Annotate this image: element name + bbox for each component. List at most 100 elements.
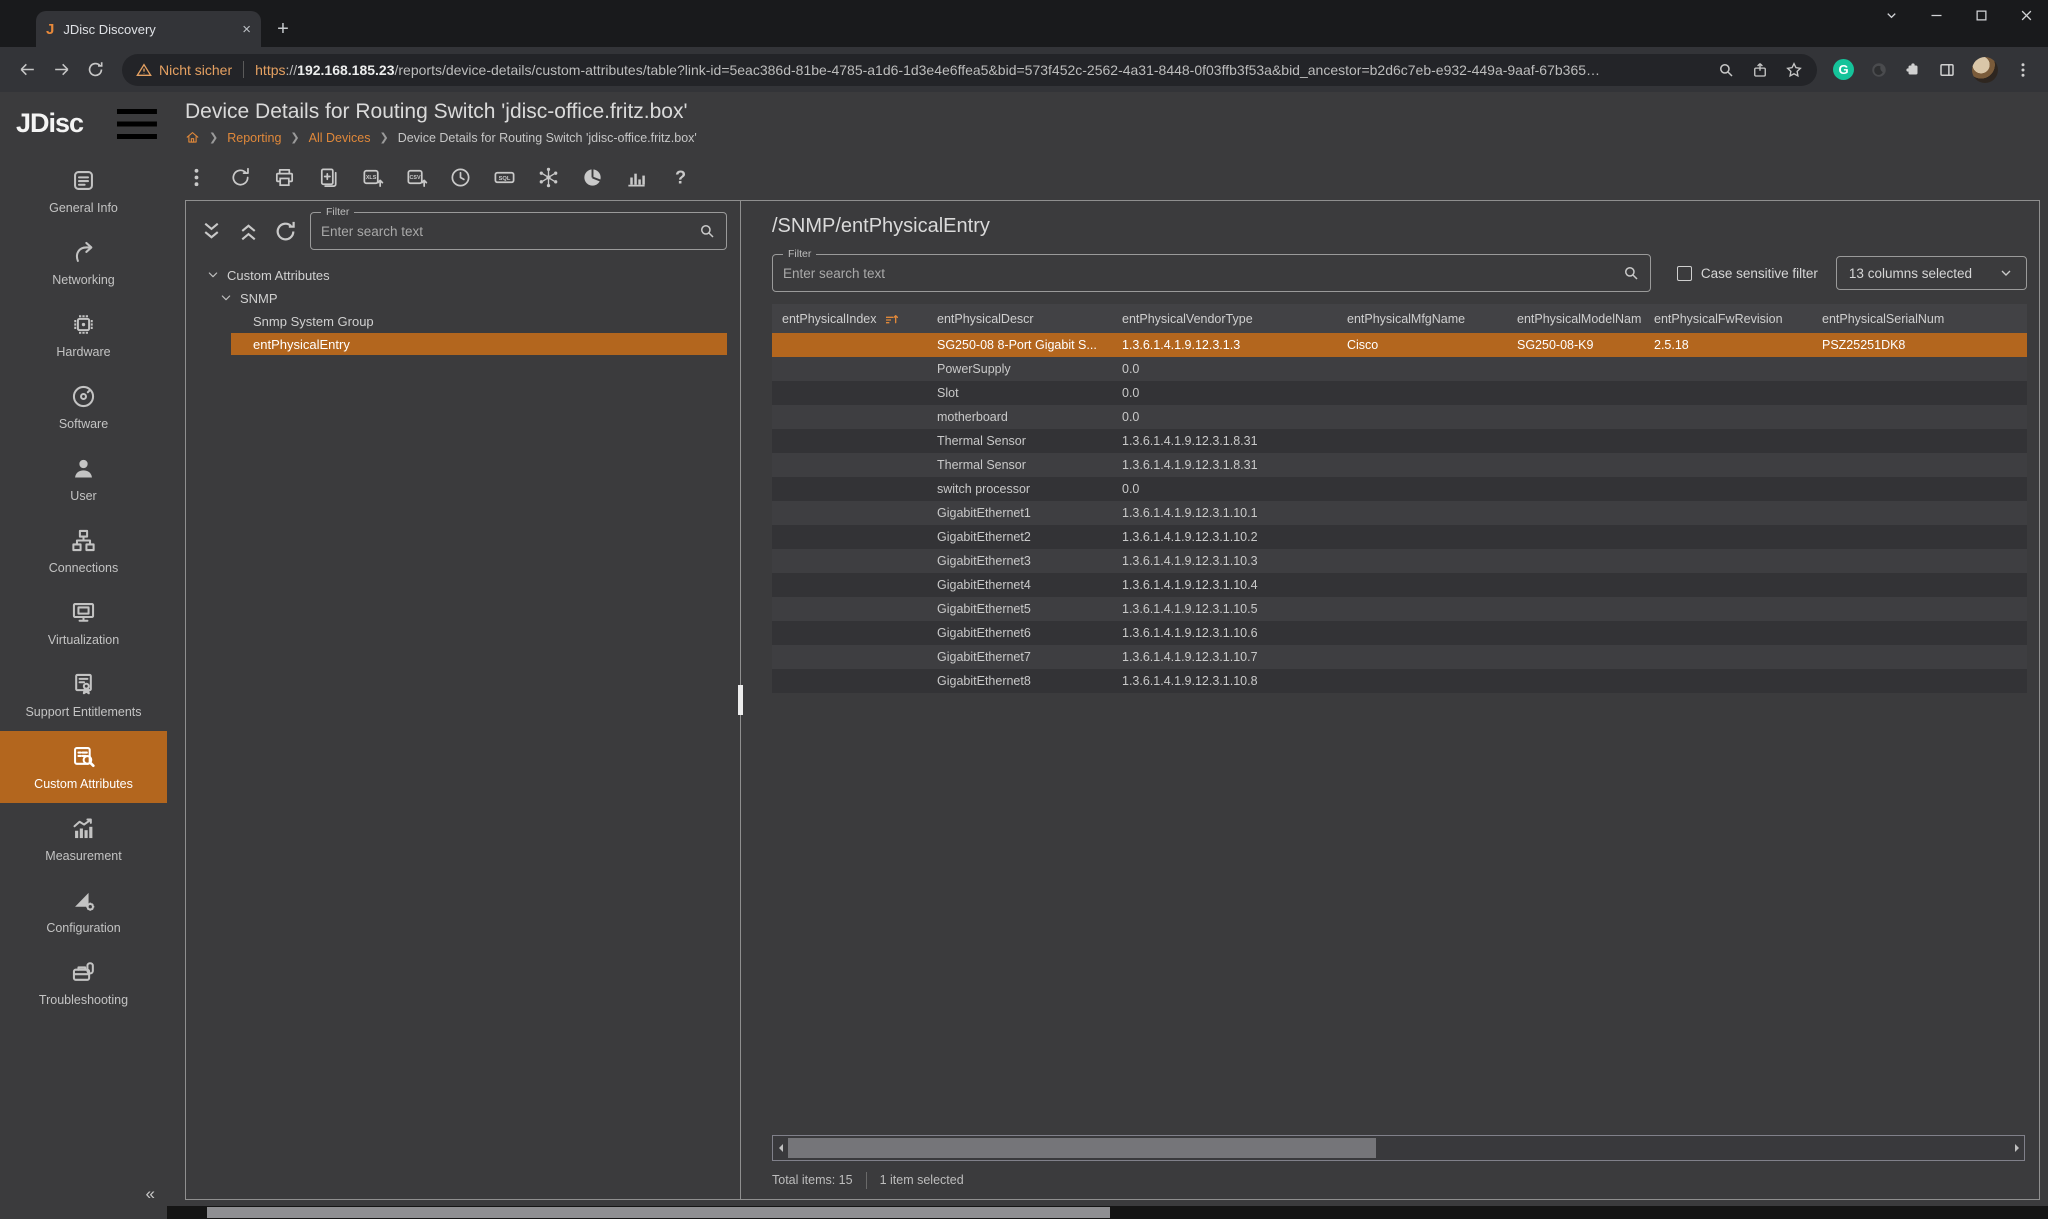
page-scrollbar-thumb[interactable] bbox=[207, 1207, 1110, 1218]
expand-all-icon[interactable] bbox=[199, 219, 224, 244]
sidebar-item-networking[interactable]: Networking bbox=[0, 227, 167, 299]
tree-node-snmp[interactable]: SNMP bbox=[218, 287, 727, 309]
browser-menu-icon[interactable] bbox=[2014, 61, 2032, 79]
pie-chart-icon[interactable] bbox=[581, 166, 604, 189]
table-row[interactable]: PowerSupply0.0 bbox=[772, 357, 2027, 381]
extensions-puzzle-icon[interactable] bbox=[1904, 61, 1922, 79]
back-button[interactable] bbox=[10, 53, 44, 87]
table-row[interactable]: motherboard0.0 bbox=[772, 405, 2027, 429]
column-header-entphysicaldescr[interactable]: entPhysicalDescr bbox=[927, 312, 1112, 326]
table-row[interactable]: GigabitEthernet11.3.6.1.4.1.9.12.3.1.10.… bbox=[772, 501, 2027, 525]
column-header-entphysicalserialnum[interactable]: entPhysicalSerialNum bbox=[1812, 312, 2027, 326]
table-row[interactable]: GigabitEthernet21.3.6.1.4.1.9.12.3.1.10.… bbox=[772, 525, 2027, 549]
breadcrumb-all-devices[interactable]: All Devices bbox=[309, 131, 371, 145]
scroll-left-arrow[interactable] bbox=[773, 1136, 787, 1160]
tab-close-icon[interactable]: × bbox=[242, 21, 251, 38]
sidebar-item-software[interactable]: Software bbox=[0, 371, 167, 443]
reload-button[interactable] bbox=[78, 53, 112, 87]
kebab-menu-icon[interactable] bbox=[185, 166, 208, 189]
sql-icon[interactable]: SQL bbox=[493, 166, 516, 189]
table-horizontal-scrollbar bbox=[772, 1135, 2025, 1161]
tree-node-custom-attributes[interactable]: Custom Attributes bbox=[205, 264, 727, 286]
sort-ascending-icon[interactable] bbox=[883, 311, 899, 327]
column-header-entphysicalmodelnam[interactable]: entPhysicalModelNam bbox=[1507, 312, 1644, 326]
breadcrumb-reporting[interactable]: Reporting bbox=[227, 131, 281, 145]
collapse-all-icon[interactable] bbox=[236, 219, 261, 244]
export-document-icon[interactable] bbox=[317, 166, 340, 189]
topology-icon[interactable] bbox=[537, 166, 560, 189]
column-header-entphysicalindex[interactable]: entPhysicalIndex bbox=[772, 311, 927, 327]
sidebar-item-virtualization[interactable]: Virtualization bbox=[0, 587, 167, 659]
table-row[interactable]: GigabitEthernet71.3.6.1.4.1.9.12.3.1.10.… bbox=[772, 645, 2027, 669]
bar-chart-icon[interactable] bbox=[625, 166, 648, 189]
column-header-entphysicalmfgname[interactable]: entPhysicalMfgName bbox=[1337, 312, 1507, 326]
sidebar-item-troubleshooting[interactable]: Troubleshooting bbox=[0, 947, 167, 1019]
table-row[interactable]: GigabitEthernet51.3.6.1.4.1.9.12.3.1.10.… bbox=[772, 597, 2027, 621]
table-row[interactable]: GigabitEthernet41.3.6.1.4.1.9.12.3.1.10.… bbox=[772, 573, 2027, 597]
column-header-entphysicalfwrevision[interactable]: entPhysicalFwRevision bbox=[1644, 312, 1812, 326]
table-row[interactable]: switch processor0.0 bbox=[772, 477, 2027, 501]
table-row[interactable]: GigabitEthernet61.3.6.1.4.1.9.12.3.1.10.… bbox=[772, 621, 2027, 645]
browser-tab[interactable]: J JDisc Discovery × bbox=[36, 11, 261, 47]
column-header-entphysicalvendortype[interactable]: entPhysicalVendorType bbox=[1112, 312, 1337, 326]
attributes-table: entPhysicalIndexentPhysicalDescrentPhysi… bbox=[772, 304, 2027, 693]
jdisc-logo[interactable]: JDisc bbox=[16, 108, 83, 139]
window-close-icon[interactable] bbox=[2019, 8, 2034, 23]
grammarly-extension-icon[interactable]: G bbox=[1833, 59, 1854, 80]
export-csv-icon[interactable]: CSV bbox=[405, 166, 428, 189]
profile-avatar[interactable] bbox=[1972, 57, 1998, 83]
table-filter-input[interactable] bbox=[783, 266, 1622, 281]
table-header-row: entPhysicalIndexentPhysicalDescrentPhysi… bbox=[772, 304, 2027, 333]
sidebar-item-configuration[interactable]: Configuration bbox=[0, 875, 167, 947]
table-cell: 1.3.6.1.4.1.9.12.3.1.10.2 bbox=[1112, 530, 1337, 544]
sidebar-item-label: Configuration bbox=[46, 921, 120, 935]
table-row[interactable]: GigabitEthernet31.3.6.1.4.1.9.12.3.1.10.… bbox=[772, 549, 2027, 573]
sidebar-item-measurement[interactable]: Measurement bbox=[0, 803, 167, 875]
dark-extension-icon[interactable] bbox=[1870, 61, 1888, 79]
share-icon[interactable] bbox=[1751, 61, 1769, 79]
address-bar[interactable]: Nicht sicher https://192.168.185.23/repo… bbox=[122, 54, 1817, 86]
sidebar-item-connections[interactable]: Connections bbox=[0, 515, 167, 587]
sidebar-item-hardware[interactable]: Hardware bbox=[0, 299, 167, 371]
security-text[interactable]: Nicht sicher bbox=[159, 62, 232, 78]
table-row[interactable]: SG250-08 8-Port Gigabit S...1.3.6.1.4.1.… bbox=[772, 333, 2027, 357]
table-cell: PowerSupply bbox=[927, 362, 1112, 376]
zoom-icon[interactable] bbox=[1717, 61, 1735, 79]
sidebar-item-general-info[interactable]: General Info bbox=[0, 155, 167, 227]
tab-search-chevron-icon[interactable] bbox=[1884, 8, 1899, 23]
table-row[interactable]: GigabitEthernet81.3.6.1.4.1.9.12.3.1.10.… bbox=[772, 669, 2027, 693]
sidebar-item-user[interactable]: User bbox=[0, 443, 167, 515]
refresh-icon[interactable] bbox=[229, 166, 252, 189]
sidebar-item-custom-attributes[interactable]: Custom Attributes bbox=[0, 731, 167, 803]
scrollbar-thumb[interactable] bbox=[788, 1138, 1376, 1158]
side-panel-icon[interactable] bbox=[1938, 61, 1956, 79]
window-maximize-icon[interactable] bbox=[1974, 8, 1989, 23]
hamburger-menu-icon[interactable] bbox=[107, 94, 167, 154]
scroll-right-arrow[interactable] bbox=[2010, 1136, 2024, 1160]
help-icon[interactable]: ? bbox=[669, 166, 692, 189]
history-clock-icon[interactable] bbox=[449, 166, 472, 189]
new-tab-button[interactable]: + bbox=[269, 15, 297, 43]
table-row[interactable]: Thermal Sensor1.3.6.1.4.1.9.12.3.1.8.31 bbox=[772, 429, 2027, 453]
window-minimize-icon[interactable] bbox=[1929, 8, 1944, 23]
print-icon[interactable] bbox=[273, 166, 296, 189]
tree-filter-input[interactable] bbox=[321, 224, 698, 239]
sidebar: General InfoNetworkingHardwareSoftwareUs… bbox=[0, 155, 167, 1206]
table-row[interactable]: Thermal Sensor1.3.6.1.4.1.9.12.3.1.8.31 bbox=[772, 453, 2027, 477]
bookmark-star-icon[interactable] bbox=[1785, 61, 1803, 79]
columns-select[interactable]: 13 columns selected bbox=[1836, 256, 2027, 290]
chevron-down-icon[interactable] bbox=[205, 267, 221, 283]
table-row[interactable]: Slot0.0 bbox=[772, 381, 2027, 405]
sidebar-item-support-entitlements[interactable]: Support Entitlements bbox=[0, 659, 167, 731]
case-sensitive-checkbox[interactable] bbox=[1677, 266, 1692, 281]
tree-node-entphysicalentry[interactable]: entPhysicalEntry bbox=[231, 333, 727, 355]
sidebar-collapse-icon[interactable]: « bbox=[146, 1184, 155, 1204]
export-xls-icon[interactable]: XLS bbox=[361, 166, 384, 189]
tree-refresh-icon[interactable] bbox=[273, 219, 298, 244]
splitter-handle[interactable] bbox=[738, 685, 743, 715]
forward-button[interactable] bbox=[44, 53, 78, 87]
chevron-down-icon[interactable] bbox=[218, 290, 234, 306]
tree-node-snmp-system-group[interactable]: Snmp System Group bbox=[231, 310, 727, 332]
selected-items: 1 item selected bbox=[880, 1173, 964, 1187]
home-icon[interactable] bbox=[185, 130, 200, 145]
